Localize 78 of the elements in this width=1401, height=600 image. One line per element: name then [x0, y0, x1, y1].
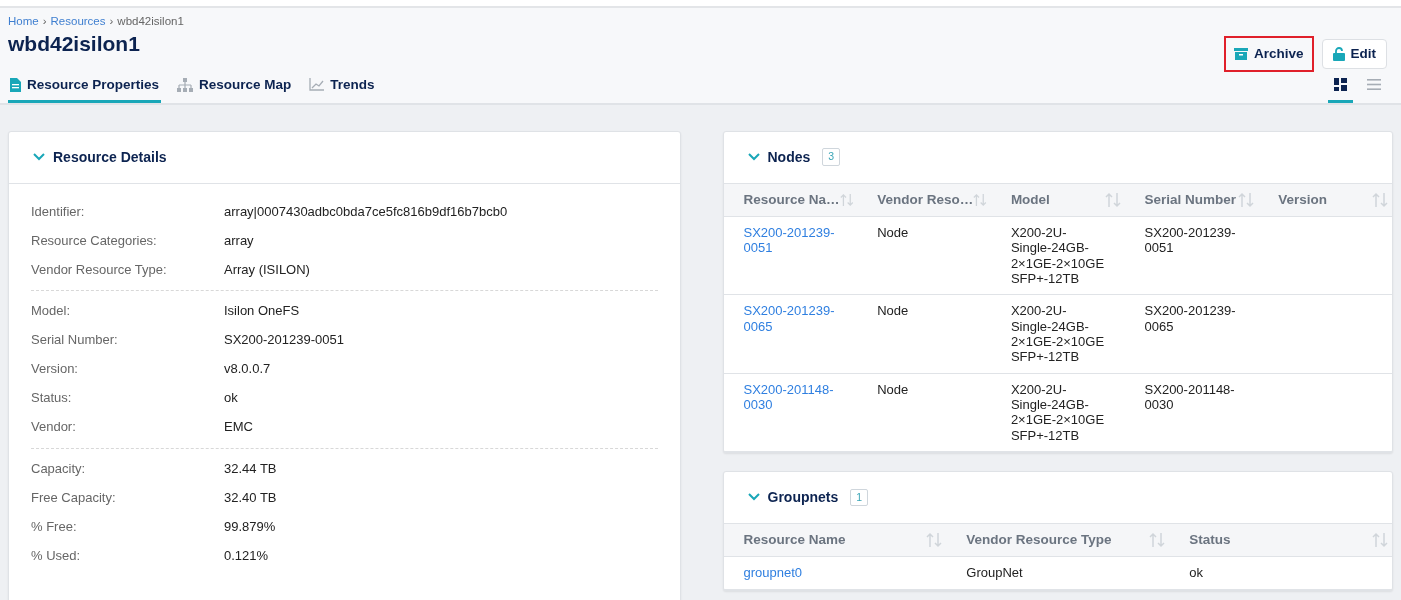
resource-link[interactable]: SX200-201148-0030 — [743, 381, 838, 413]
column-title: Version — [1278, 190, 1328, 209]
breadcrumb-separator: › — [42, 14, 47, 29]
property-label: Version: — [31, 361, 79, 379]
column-title: Vendor Reso… — [877, 190, 974, 209]
property-value: array — [224, 232, 254, 250]
property-label: Capacity: — [31, 460, 87, 478]
padlock-icon — [1332, 47, 1345, 62]
table-cell: X200-2U-Single-24GB-2×1GE-2×10GE SFP+-12TB — [1010, 303, 1105, 365]
property-label: Resource Categories: — [31, 232, 158, 250]
table-cell: X200-2U-Single-24GB-2×1GE-2×10GE SFP+-12TB — [1010, 225, 1105, 286]
action-button[interactable]: Edit — [1321, 39, 1387, 70]
table-cell: Node — [877, 303, 909, 319]
action-button[interactable]: Archive — [1223, 36, 1314, 73]
property-label: % Used: — [31, 547, 82, 565]
property-label: Serial Number: — [31, 332, 119, 350]
column-title: Vendor Resource Type — [966, 530, 1112, 549]
sort-icon — [1238, 191, 1255, 208]
resource-link[interactable]: SX200-201239-0065 — [743, 303, 838, 334]
property-value: SX200-201239-0051 — [224, 332, 344, 350]
breadcrumb-link[interactable]: Home — [8, 14, 39, 29]
property-label: Status: — [31, 390, 73, 407]
property-label: Free Capacity: — [31, 489, 117, 507]
property-label: Identifier: — [31, 203, 86, 221]
property-label: Vendor: — [31, 419, 77, 436]
property-value: Isilon OneFS — [224, 303, 300, 321]
count-badge: 1 — [850, 488, 869, 507]
list-icon — [1367, 79, 1381, 91]
table-cell: ok — [1189, 565, 1203, 581]
sort-icon — [1104, 191, 1121, 208]
archive-icon — [1233, 48, 1248, 61]
document-icon — [10, 77, 21, 92]
property-value: array|0007430adbc0bda7ce5fc816b9df16b7bcb0 — [224, 203, 508, 221]
table-cell: SX200-201148-0030 — [1144, 381, 1235, 412]
sort-icon — [926, 532, 943, 549]
tab[interactable]: Trends — [307, 74, 377, 103]
property-label: % Free: — [31, 518, 78, 536]
sort-icon — [1372, 532, 1388, 549]
table-cell: Node — [877, 225, 909, 240]
count-badge: 3 — [822, 148, 841, 167]
sort-icon — [1149, 532, 1166, 549]
property-value: ok — [224, 390, 238, 407]
table-cell: GroupNet — [966, 565, 1023, 581]
breadcrumb-current: wbd42isilon1 — [117, 14, 184, 29]
property-value: v8.0.0.7 — [224, 361, 271, 379]
resource-link[interactable]: groupnet0 — [743, 565, 927, 581]
column-title: Resource Name — [743, 530, 846, 549]
sort-icon — [1372, 191, 1388, 208]
table-cell: SX200-201239-0051 — [1144, 225, 1236, 256]
hierarchy-icon — [177, 77, 194, 92]
sort-icon — [973, 191, 987, 208]
panel-title: Resource Details — [53, 147, 167, 167]
column-title: Status — [1189, 530, 1231, 549]
column-title: Serial Number — [1144, 190, 1237, 209]
column-title: Model — [1010, 190, 1050, 209]
table-cell: SX200-201239-0065 — [1144, 303, 1236, 334]
panel-title: Groupnets — [767, 487, 839, 507]
property-value: 32.44 TB — [224, 460, 277, 478]
page-title: wbd42isilon1 — [8, 30, 141, 57]
column-title: Resource Na… — [743, 190, 840, 209]
breadcrumb-link[interactable]: Resources — [50, 14, 106, 29]
line-chart-icon — [309, 78, 325, 92]
property-value: 0.121% — [224, 547, 269, 565]
tab[interactable]: Resource Properties — [8, 74, 162, 103]
sort-icon — [839, 191, 854, 208]
property-value: 99.879% — [224, 518, 276, 536]
breadcrumb-separator: › — [109, 14, 114, 29]
table-cell: Node — [877, 381, 909, 397]
property-value: EMC — [224, 419, 253, 436]
property-label: Vendor Resource Type: — [31, 261, 168, 279]
panel-title: Nodes — [767, 147, 811, 167]
table-cell: X200-2U-Single-24GB-2×1GE-2×10GE SFP+-12TB — [1010, 381, 1105, 443]
resource-link[interactable]: SX200-201239-0051 — [743, 225, 838, 256]
property-value: 32.40 TB — [224, 489, 277, 507]
tab[interactable]: Resource Map — [175, 74, 294, 103]
dashboard-icon — [1334, 78, 1347, 92]
property-value: Array (ISILON) — [224, 261, 310, 279]
property-label: Model: — [31, 303, 72, 321]
